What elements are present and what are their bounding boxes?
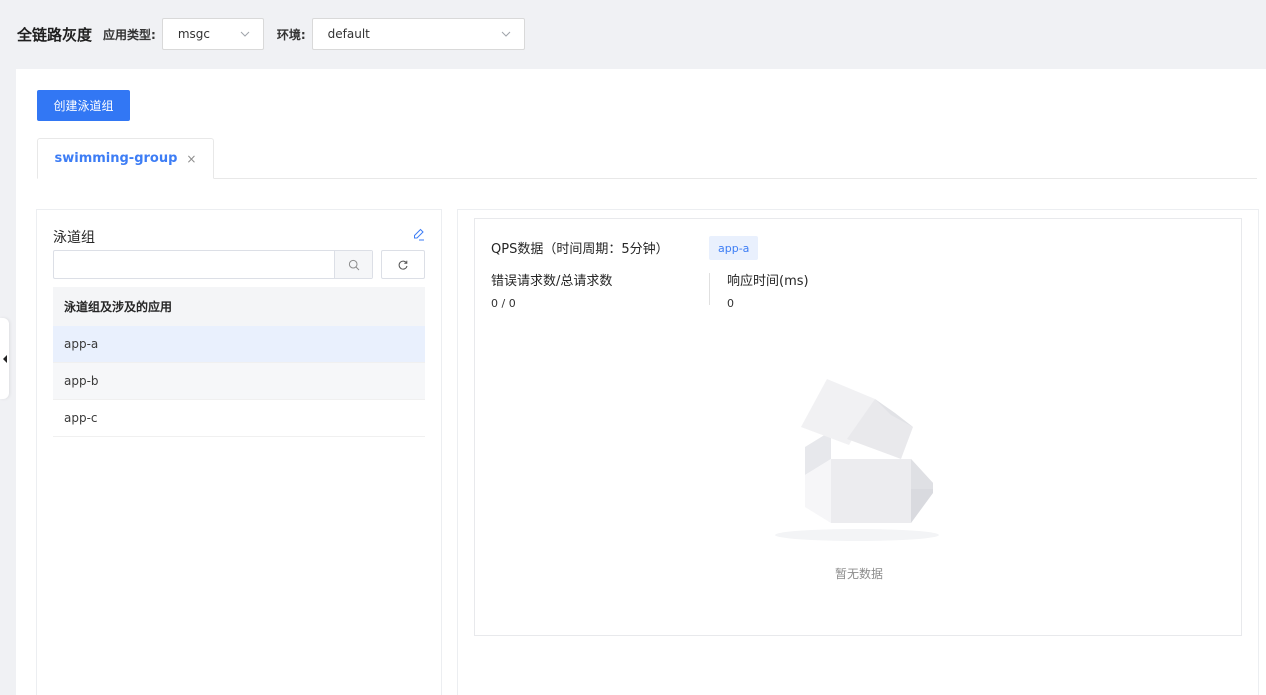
app-type-select[interactable]: msgc — [161, 18, 264, 50]
metric-divider — [709, 273, 710, 305]
caret-left-icon — [2, 354, 7, 363]
empty-text: 暂无数据 — [834, 567, 883, 581]
edit-pencil-icon[interactable] — [412, 227, 426, 241]
header-bar: 全链路灰度 应用类型: msgc 环境: default — [0, 0, 1266, 68]
list-item-app-a[interactable]: app-a — [53, 326, 425, 363]
page-title: 全链路灰度 — [17, 25, 93, 44]
response-time-label: 响应时间(ms) — [727, 274, 809, 289]
list-item-app-b[interactable]: app-b — [53, 363, 425, 400]
search-icon — [348, 259, 359, 270]
env-select[interactable]: default — [311, 18, 525, 50]
main-content: 创建泳道组 swimming-group × 泳道组 泳道组及涉及的应用 app… — [16, 69, 1266, 695]
empty-box-icon — [775, 379, 939, 541]
response-time-value: 0 — [727, 297, 734, 310]
qps-title: QPS数据（时间周期：5分钟） — [491, 242, 669, 257]
list-item-app-c[interactable]: app-c — [53, 400, 425, 437]
app-tag: app-a — [709, 236, 759, 260]
swimlane-group-panel: 泳道组 泳道组及涉及的应用 app-a app-b app-c — [36, 209, 442, 695]
tabs-divider — [37, 178, 1257, 179]
tab-label: swimming-group — [54, 151, 178, 166]
refresh-icon — [398, 260, 408, 270]
search-field — [53, 250, 373, 279]
app-type-value: msgc — [177, 27, 210, 41]
error-request-label: 错误请求数/总请求数 — [491, 274, 613, 289]
list-header: 泳道组及涉及的应用 — [53, 287, 425, 326]
panel-title: 泳道组 — [53, 230, 95, 246]
qps-panel: QPS数据（时间周期：5分钟） app-a 错误请求数/总请求数 0 / 0 响… — [457, 209, 1259, 695]
search-button[interactable] — [334, 251, 372, 278]
refresh-button[interactable] — [381, 250, 425, 279]
tab-close-icon[interactable]: × — [186, 152, 196, 166]
sidebar-collapse-handle[interactable] — [0, 318, 9, 399]
swimlane-app-list: 泳道组及涉及的应用 app-a app-b app-c — [53, 287, 425, 437]
chevron-down-icon — [240, 31, 250, 37]
search-input[interactable] — [54, 251, 334, 278]
error-request-value: 0 / 0 — [491, 297, 516, 310]
env-label: 环境: — [276, 27, 306, 42]
create-swimlane-group-button[interactable]: 创建泳道组 — [37, 90, 130, 121]
qps-card: QPS数据（时间周期：5分钟） app-a 错误请求数/总请求数 0 / 0 响… — [474, 218, 1242, 636]
app-type-label: 应用类型: — [103, 27, 156, 42]
env-value: default — [327, 27, 370, 41]
tab-swimming-group[interactable]: swimming-group × — [37, 138, 214, 179]
chevron-down-icon — [501, 31, 510, 37]
